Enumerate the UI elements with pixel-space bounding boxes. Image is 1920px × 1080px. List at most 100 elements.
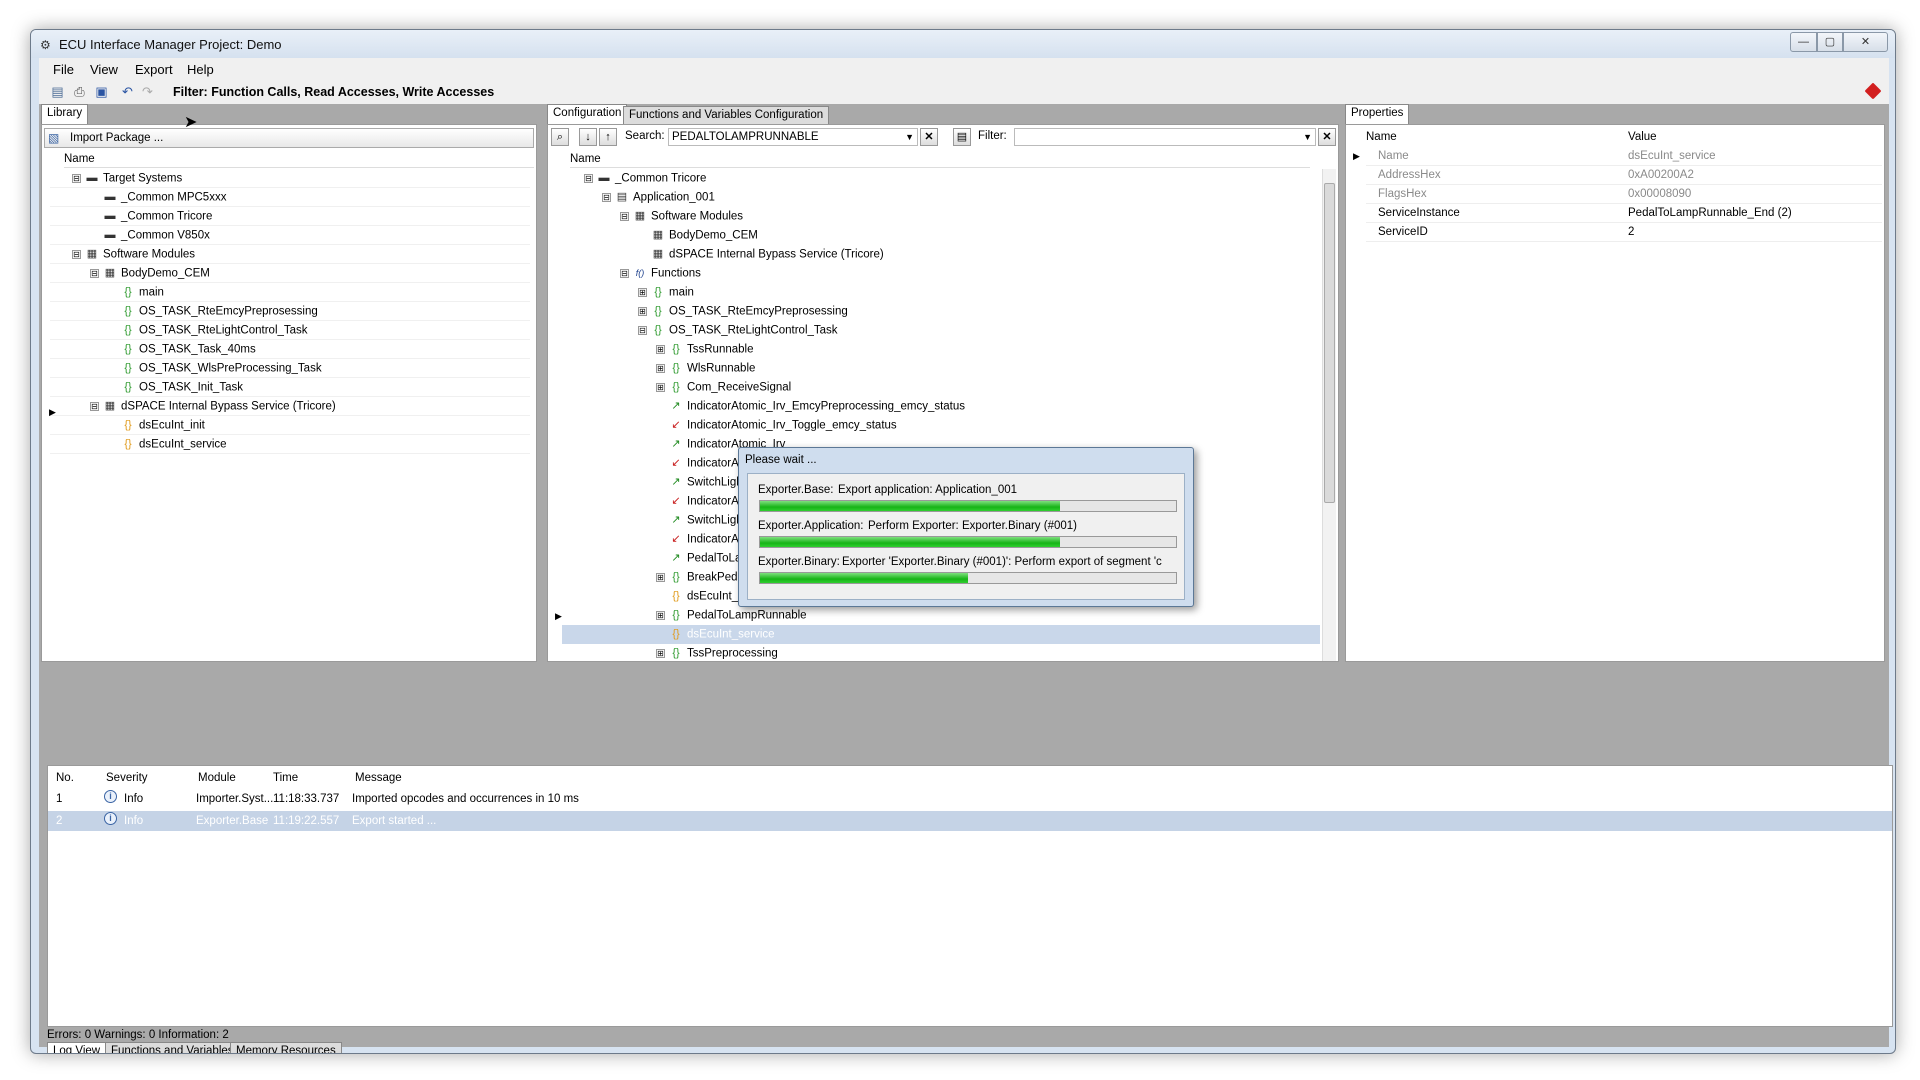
- tree-item[interactable]: {} OS_TASK_RteLightControl_Task: [50, 321, 530, 340]
- row-pointer-icon: ▶: [1353, 151, 1360, 161]
- close-button[interactable]: ✕: [1843, 32, 1888, 52]
- tree-item[interactable]: ⊞ {} TssPreprocessing: [562, 644, 1320, 661]
- property-row[interactable]: FlagsHex 0x00008090: [1366, 185, 1882, 204]
- clear-filter-button[interactable]: ✕: [1318, 128, 1336, 146]
- tree-item[interactable]: ⊟ {} OS_TASK_RteLightControl_Task: [562, 321, 1320, 340]
- tree-item[interactable]: ▬ _Common MPC5xxx: [50, 188, 530, 207]
- menu-export[interactable]: Export: [135, 62, 173, 77]
- tree-item[interactable]: ⊞ {} main: [562, 283, 1320, 302]
- tree-node-icon: {}: [654, 305, 662, 317]
- tab-library[interactable]: Library: [41, 104, 89, 124]
- tree-node-icon: ▬: [104, 210, 116, 222]
- tree-item[interactable]: ⊟ ▦ Software Modules: [562, 207, 1320, 226]
- tree-item[interactable]: ⊟ ▦ BodyDemo_CEM: [50, 264, 530, 283]
- expander-icon[interactable]: ⊞: [656, 649, 665, 658]
- maximize-button[interactable]: ▢: [1817, 32, 1843, 52]
- expander-icon[interactable]: ⊞: [656, 573, 665, 582]
- menu-view[interactable]: View: [90, 62, 118, 77]
- expander-icon[interactable]: ⊟: [90, 269, 99, 278]
- tree-item[interactable]: ⊟ ▬ _Common Tricore: [562, 169, 1320, 188]
- open-icon[interactable]: ▤: [49, 84, 66, 100]
- search-label: Search:: [625, 130, 665, 142]
- property-row[interactable]: ServiceInstance PedalToLampRunnable_End (…: [1366, 204, 1882, 223]
- print-icon[interactable]: ⎙: [71, 84, 88, 100]
- expander-icon[interactable]: ⊞: [656, 345, 665, 354]
- tab-functions-and-variables[interactable]: Functions and Variables: [105, 1042, 240, 1053]
- expander-icon[interactable]: ⊟: [584, 174, 593, 183]
- log-row[interactable]: 2 i Info Exporter.Base 11:19:22.557 Expo…: [48, 811, 1892, 831]
- tree-item[interactable]: {} OS_TASK_RteEmcyPreprosessing: [50, 302, 530, 321]
- tree-item[interactable]: ⊞ {} PedalToLampRunnable: [562, 606, 1320, 625]
- tree-item[interactable]: ▬ _Common Tricore: [50, 207, 530, 226]
- tree-item[interactable]: ↗ IndicatorAtomic_Irv_EmcyPreprocessing_e…: [562, 397, 1320, 416]
- tree-node-icon: {}: [124, 324, 132, 336]
- expander-icon[interactable]: ⊞: [638, 307, 647, 316]
- scrollbar-thumb[interactable]: [1324, 183, 1335, 503]
- tree-item[interactable]: {} dsEcuInt_service: [562, 625, 1320, 644]
- tree-item[interactable]: ⊞ {} WlsRunnable: [562, 359, 1320, 378]
- tree-item[interactable]: ▬ _Common V850x: [50, 226, 530, 245]
- title-bar[interactable]: ⚙ ECU Interface Manager Project: Demo — …: [31, 30, 1895, 58]
- expander-icon[interactable]: ⊟: [602, 193, 611, 202]
- expander-icon[interactable]: ⊟: [72, 174, 81, 183]
- tree-item[interactable]: {} dsEcuInt_init: [50, 416, 530, 435]
- tree-item[interactable]: ▦ dSPACE Internal Bypass Service (Tricore…: [562, 245, 1320, 264]
- search-input[interactable]: PEDALTOLAMPRUNNABLE ▼: [668, 128, 918, 146]
- expander-icon[interactable]: ⊟: [90, 402, 99, 411]
- tree-item[interactable]: ⊞ {} TssRunnable: [562, 340, 1320, 359]
- tab-memory-resources[interactable]: Memory Resources: [230, 1042, 342, 1053]
- tree-node-icon: ▦: [104, 400, 116, 412]
- tree-item[interactable]: ⊟ ▦ Software Modules: [50, 245, 530, 264]
- expander-icon[interactable]: ⊞: [638, 288, 647, 297]
- expander-icon[interactable]: ⊟: [72, 250, 81, 259]
- search-down-icon[interactable]: ↓: [579, 128, 597, 146]
- menu-help[interactable]: Help: [187, 62, 214, 77]
- tree-item[interactable]: ↙ IndicatorAtomic_Irv_Toggle_emcy_status: [562, 416, 1320, 435]
- chevron-down-icon[interactable]: ▼: [905, 129, 914, 145]
- tree-node-icon: ▦: [652, 229, 664, 241]
- expander-icon[interactable]: ⊟: [620, 212, 629, 221]
- config-scrollbar[interactable]: [1322, 169, 1336, 661]
- undo-icon[interactable]: ↶: [119, 84, 136, 100]
- search-icon[interactable]: ⌕: [551, 128, 569, 146]
- tree-item[interactable]: ⊟ ▦ dSPACE Internal Bypass Service (Tricor…: [50, 397, 530, 416]
- log-row[interactable]: 1 i Info Importer.Syst... 11:18:33.737 I…: [48, 789, 1892, 809]
- filter-icon[interactable]: ▤: [953, 128, 971, 146]
- tree-item[interactable]: {} dsEcuInt_service: [50, 435, 530, 454]
- tree-node-icon: ▦: [652, 248, 664, 260]
- tree-item[interactable]: {} OS_TASK_Task_40ms: [50, 340, 530, 359]
- tree-item[interactable]: ▦ BodyDemo_CEM: [562, 226, 1320, 245]
- menu-file[interactable]: File: [53, 62, 74, 77]
- tree-item[interactable]: ⊞ {} Com_ReceiveSignal: [562, 378, 1320, 397]
- minimize-button[interactable]: —: [1790, 32, 1817, 52]
- chevron-down-icon[interactable]: ▼: [1303, 129, 1312, 145]
- save-icon[interactable]: ▣: [93, 84, 110, 100]
- tree-item[interactable]: ⊟ ▬ Target Systems: [50, 169, 530, 188]
- property-name: ServiceID: [1378, 226, 1428, 238]
- expander-icon[interactable]: ⊞: [656, 364, 665, 373]
- property-row[interactable]: Name dsEcuInt_service: [1366, 147, 1882, 166]
- expander-icon[interactable]: ⊟: [620, 269, 629, 278]
- alert-icon[interactable]: [1864, 82, 1882, 100]
- tree-item[interactable]: {} OS_TASK_WlsPreProcessing_Task: [50, 359, 530, 378]
- tab-configuration[interactable]: Configuration: [547, 104, 628, 124]
- tab-log-view[interactable]: Log View: [47, 1042, 107, 1053]
- import-package-button[interactable]: ▧ Import Package ...: [44, 128, 534, 148]
- property-row[interactable]: ServiceID 2: [1366, 223, 1882, 242]
- tab-functions-variables-config[interactable]: Functions and Variables Configuration: [623, 106, 830, 124]
- tree-item[interactable]: ⊟ f() Functions: [562, 264, 1320, 283]
- clear-search-button[interactable]: ✕: [920, 128, 938, 146]
- filter-input[interactable]: ▼: [1014, 128, 1316, 146]
- tab-properties[interactable]: Properties: [1345, 104, 1410, 124]
- tree-item[interactable]: ⊟ ▤ Application_001: [562, 188, 1320, 207]
- search-up-icon[interactable]: ↑: [599, 128, 617, 146]
- expander-icon[interactable]: ⊞: [656, 611, 665, 620]
- tree-item[interactable]: {} main: [50, 283, 530, 302]
- expander-icon[interactable]: ⊟: [638, 326, 647, 335]
- tree-item[interactable]: ⊞ {} OS_TASK_RteEmcyPreprosessing: [562, 302, 1320, 321]
- property-row[interactable]: AddressHex 0xA00200A2: [1366, 166, 1882, 185]
- tree-item[interactable]: {} OS_TASK_Init_Task: [50, 378, 530, 397]
- tree-item-label: _Common Tricore: [121, 210, 213, 223]
- redo-icon[interactable]: ↷: [139, 84, 156, 100]
- expander-icon[interactable]: ⊞: [656, 383, 665, 392]
